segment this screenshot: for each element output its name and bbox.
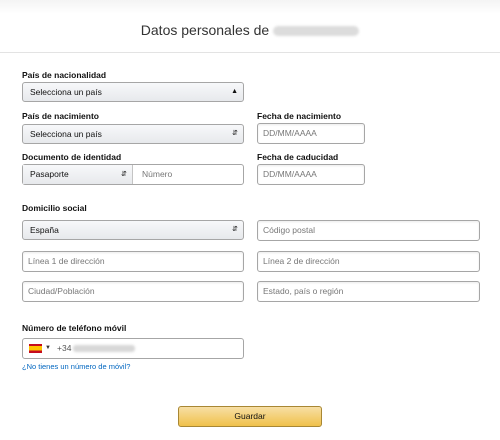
phone-country-code: +34 — [57, 343, 72, 353]
expiry-date-placeholder: DD/MM/AAAA — [263, 169, 317, 179]
chevron-down-icon[interactable]: ▼ — [45, 339, 51, 358]
phone-input-field[interactable]: ▼ +34 — [22, 338, 244, 359]
birth-country-select-value: Selecciona un país — [30, 129, 102, 139]
page-title-text: Datos personales de — [140, 22, 270, 38]
spain-flag-icon[interactable] — [29, 344, 42, 353]
id-document-field: Pasaporte ⇵ Número — [22, 164, 244, 185]
city-input[interactable]: Ciudad/Población — [22, 281, 244, 302]
phone-label: Número de teléfono móvil — [22, 323, 127, 333]
region-placeholder: Estado, país o región — [263, 286, 344, 296]
select-arrows-icon: ⇵ — [232, 226, 238, 233]
address-country-select[interactable]: España ⇵ — [22, 220, 244, 240]
birth-country-select[interactable]: Selecciona un país ⇵ — [22, 124, 244, 144]
address-country-value: España — [30, 225, 59, 235]
no-phone-link[interactable]: ¿No tienes un número de móvil? — [22, 362, 130, 371]
nationality-label: País de nacionalidad — [22, 70, 107, 80]
id-number-placeholder: Número — [142, 169, 173, 179]
address-line2-placeholder: Línea 2 de dirección — [263, 256, 340, 266]
region-input[interactable]: Estado, país o región — [257, 281, 480, 302]
expiry-date-input[interactable]: DD/MM/AAAA — [257, 164, 365, 185]
select-arrows-icon: ▲ — [231, 88, 238, 95]
id-type-select[interactable]: Pasaporte ⇵ — [23, 165, 133, 184]
id-type-value: Pasaporte — [30, 169, 69, 179]
birth-country-label: País de nacimiento — [22, 111, 99, 121]
id-document-label: Documento de identidad — [22, 152, 122, 162]
birth-date-input[interactable]: DD/MM/AAAA — [257, 123, 365, 144]
address-line1-placeholder: Línea 1 de dirección — [28, 256, 105, 266]
redacted-name — [273, 26, 360, 37]
id-number-input[interactable]: Número — [142, 165, 172, 184]
postal-code-input[interactable]: Código postal — [257, 220, 480, 241]
nationality-select[interactable]: Selecciona un país ▲ — [22, 82, 244, 102]
save-button[interactable]: Guardar — [178, 406, 322, 427]
postal-code-placeholder: Código postal — [263, 225, 315, 235]
address-label: Domicilio social — [22, 203, 87, 213]
city-placeholder: Ciudad/Población — [28, 286, 95, 296]
birth-date-label: Fecha de nacimiento — [257, 111, 342, 121]
address-line2-input[interactable]: Línea 2 de dirección — [257, 251, 480, 272]
nationality-select-value: Selecciona un país — [30, 87, 102, 97]
expiry-date-label: Fecha de caducidad — [257, 152, 339, 162]
address-line1-input[interactable]: Línea 1 de dirección — [22, 251, 244, 272]
page-title: Datos personales de — [0, 22, 500, 38]
birth-date-placeholder: DD/MM/AAAA — [263, 128, 317, 138]
redacted-phone-number — [73, 345, 135, 352]
select-arrows-icon: ⇵ — [121, 171, 127, 178]
select-arrows-icon: ⇵ — [232, 130, 238, 137]
